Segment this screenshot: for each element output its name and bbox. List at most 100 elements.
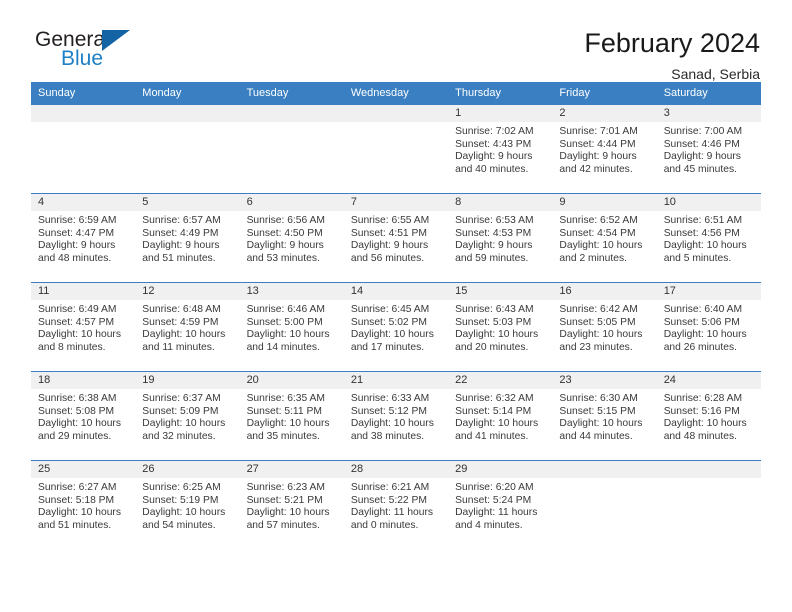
daylight-line-2: and 59 minutes. [455, 252, 529, 264]
day-details: Sunrise: 6:59 AM Sunset: 4:47 PM Dayligh… [31, 211, 135, 265]
day-details: Sunrise: 6:51 AM Sunset: 4:56 PM Dayligh… [657, 211, 761, 265]
day-cell[interactable] [239, 105, 344, 193]
sunset-text: Sunset: 4:43 PM [455, 138, 532, 150]
daylight-text: Daylight: 9 hours and 42 minutes. [559, 151, 650, 176]
daylight-line-1: Daylight: 11 hours [455, 507, 538, 519]
daylight-text: Daylight: 9 hours and 51 minutes. [142, 240, 233, 265]
daylight-text: Daylight: 10 hours and 44 minutes. [559, 418, 650, 443]
daylight-line-1: Daylight: 10 hours [350, 329, 434, 341]
day-cell[interactable]: 25 Sunrise: 6:27 AM Sunset: 5:18 PM Dayl… [31, 461, 136, 549]
day-number: 1 [448, 105, 553, 122]
day-cell[interactable]: 16 Sunrise: 6:42 AM Sunset: 5:05 PM Dayl… [552, 283, 657, 371]
daylight-line-1: Daylight: 10 hours [38, 418, 121, 430]
day-cell[interactable]: 12 Sunrise: 6:48 AM Sunset: 4:59 PM Dayl… [135, 283, 240, 371]
day-cell[interactable]: 7 Sunrise: 6:55 AM Sunset: 4:51 PM Dayli… [343, 194, 449, 282]
weekday-header-tuesday: Tuesday [246, 87, 289, 99]
day-number [135, 105, 240, 122]
day-number: 16 [552, 283, 657, 300]
location-subtitle: Sanad, Serbia [671, 66, 760, 82]
daylight-text: Daylight: 10 hours and 20 minutes. [455, 329, 546, 354]
general-blue-logo[interactable]: General Blue [31, 28, 151, 74]
sunrise-text: Sunrise: 6:51 AM [663, 215, 743, 226]
daylight-line-2: and 14 minutes. [246, 341, 320, 353]
day-cell[interactable]: 14 Sunrise: 6:45 AM Sunset: 5:02 PM Dayl… [343, 283, 449, 371]
day-cell[interactable]: 18 Sunrise: 6:38 AM Sunset: 5:08 PM Dayl… [31, 372, 136, 460]
sunset-text: Sunset: 5:18 PM [38, 494, 115, 506]
sunrise-text: Sunrise: 6:33 AM [350, 393, 430, 404]
day-details: Sunrise: 6:43 AM Sunset: 5:03 PM Dayligh… [448, 300, 552, 354]
day-cell[interactable]: 22 Sunrise: 6:32 AM Sunset: 5:14 PM Dayl… [448, 372, 553, 460]
day-cell[interactable]: 13 Sunrise: 6:46 AM Sunset: 5:00 PM Dayl… [239, 283, 344, 371]
daylight-line-2: and 45 minutes. [663, 163, 737, 175]
sunset-text: Sunset: 4:49 PM [142, 227, 219, 239]
daylight-line-2: and 17 minutes. [350, 341, 425, 353]
sunrise-text: Sunrise: 7:00 AM [663, 126, 743, 137]
sunset-text: Sunset: 4:53 PM [455, 227, 532, 239]
sunrise-text: Sunrise: 6:27 AM [38, 482, 117, 493]
day-cell[interactable]: 21 Sunrise: 6:33 AM Sunset: 5:12 PM Dayl… [343, 372, 449, 460]
sunrise-text: Sunrise: 6:49 AM [38, 304, 117, 315]
daylight-line-2: and 0 minutes. [350, 519, 419, 531]
day-cell[interactable]: 11 Sunrise: 6:49 AM Sunset: 4:57 PM Dayl… [31, 283, 136, 371]
day-cell[interactable]: 15 Sunrise: 6:43 AM Sunset: 5:03 PM Dayl… [448, 283, 553, 371]
daylight-line-2: and 29 minutes. [38, 430, 112, 442]
day-number: 20 [239, 372, 344, 389]
sunset-text: Sunset: 5:05 PM [559, 316, 636, 328]
day-details: Sunrise: 7:01 AM Sunset: 4:44 PM Dayligh… [552, 122, 656, 176]
sunrise-text: Sunrise: 6:55 AM [350, 215, 430, 226]
day-cell[interactable]: 2 Sunrise: 7:01 AM Sunset: 4:44 PM Dayli… [552, 105, 657, 193]
daylight-line-2: and 53 minutes. [246, 252, 320, 264]
day-cell[interactable]: 26 Sunrise: 6:25 AM Sunset: 5:19 PM Dayl… [135, 461, 240, 549]
day-cell[interactable]: 28 Sunrise: 6:21 AM Sunset: 5:22 PM Dayl… [343, 461, 449, 549]
day-cell[interactable]: 6 Sunrise: 6:56 AM Sunset: 4:50 PM Dayli… [239, 194, 344, 282]
day-cell[interactable]: 29 Sunrise: 6:20 AM Sunset: 5:24 PM Dayl… [448, 461, 553, 549]
day-cell[interactable]: 17 Sunrise: 6:40 AM Sunset: 5:06 PM Dayl… [656, 283, 761, 371]
daylight-line-2: and 23 minutes. [559, 341, 633, 353]
day-number: 13 [239, 283, 344, 300]
day-details: Sunrise: 6:23 AM Sunset: 5:21 PM Dayligh… [240, 478, 344, 532]
daylight-text: Daylight: 10 hours and 14 minutes. [247, 329, 338, 354]
daylight-line-2: and 54 minutes. [142, 519, 216, 531]
daylight-line-2: and 4 minutes. [455, 519, 523, 531]
day-cell[interactable]: 3 Sunrise: 7:00 AM Sunset: 4:46 PM Dayli… [656, 105, 761, 193]
day-cell[interactable]: 23 Sunrise: 6:30 AM Sunset: 5:15 PM Dayl… [552, 372, 657, 460]
day-number: 25 [31, 461, 136, 478]
week-row: 1 Sunrise: 7:02 AM Sunset: 4:43 PM Dayli… [31, 104, 761, 193]
daylight-line-1: Daylight: 9 hours [559, 151, 637, 163]
day-cell[interactable]: 1 Sunrise: 7:02 AM Sunset: 4:43 PM Dayli… [448, 105, 553, 193]
day-number: 19 [135, 372, 240, 389]
day-details: Sunrise: 7:00 AM Sunset: 4:46 PM Dayligh… [657, 122, 761, 176]
sunset-text: Sunset: 5:19 PM [142, 494, 219, 506]
day-cell[interactable]: 5 Sunrise: 6:57 AM Sunset: 4:49 PM Dayli… [135, 194, 240, 282]
sunset-text: Sunset: 4:56 PM [663, 227, 740, 239]
day-cell[interactable]: 4 Sunrise: 6:59 AM Sunset: 4:47 PM Dayli… [31, 194, 136, 282]
daylight-text: Daylight: 9 hours and 48 minutes. [38, 240, 129, 265]
day-cell[interactable] [343, 105, 449, 193]
weekday-header-monday: Monday [142, 87, 182, 99]
sunrise-text: Sunrise: 6:35 AM [246, 393, 325, 404]
day-cell[interactable] [135, 105, 240, 193]
day-cell[interactable] [656, 461, 761, 549]
daylight-line-2: and 11 minutes. [142, 341, 215, 353]
day-cell[interactable]: 10 Sunrise: 6:51 AM Sunset: 4:56 PM Dayl… [656, 194, 761, 282]
sunset-text: Sunset: 4:44 PM [559, 138, 636, 150]
sunrise-text: Sunrise: 6:45 AM [350, 304, 430, 315]
sunrise-text: Sunrise: 6:43 AM [455, 304, 534, 315]
day-details: Sunrise: 6:48 AM Sunset: 4:59 PM Dayligh… [135, 300, 239, 354]
day-cell[interactable]: 8 Sunrise: 6:53 AM Sunset: 4:53 PM Dayli… [448, 194, 553, 282]
sunset-text: Sunset: 5:16 PM [663, 405, 740, 417]
day-cell[interactable] [552, 461, 657, 549]
day-cell[interactable]: 9 Sunrise: 6:52 AM Sunset: 4:54 PM Dayli… [552, 194, 657, 282]
day-number: 5 [135, 194, 240, 211]
daylight-text: Daylight: 9 hours and 45 minutes. [664, 151, 755, 176]
day-cell[interactable]: 27 Sunrise: 6:23 AM Sunset: 5:21 PM Dayl… [239, 461, 344, 549]
day-cell[interactable]: 20 Sunrise: 6:35 AM Sunset: 5:11 PM Dayl… [239, 372, 344, 460]
daylight-line-1: Daylight: 9 hours [455, 240, 533, 252]
day-cell[interactable]: 24 Sunrise: 6:28 AM Sunset: 5:16 PM Dayl… [656, 372, 761, 460]
sunset-text: Sunset: 4:54 PM [559, 227, 636, 239]
daylight-line-1: Daylight: 10 hours [246, 418, 330, 430]
day-details: Sunrise: 6:57 AM Sunset: 4:49 PM Dayligh… [135, 211, 239, 265]
day-cell[interactable]: 19 Sunrise: 6:37 AM Sunset: 5:09 PM Dayl… [135, 372, 240, 460]
day-number: 24 [656, 372, 761, 389]
day-cell[interactable] [31, 105, 136, 193]
